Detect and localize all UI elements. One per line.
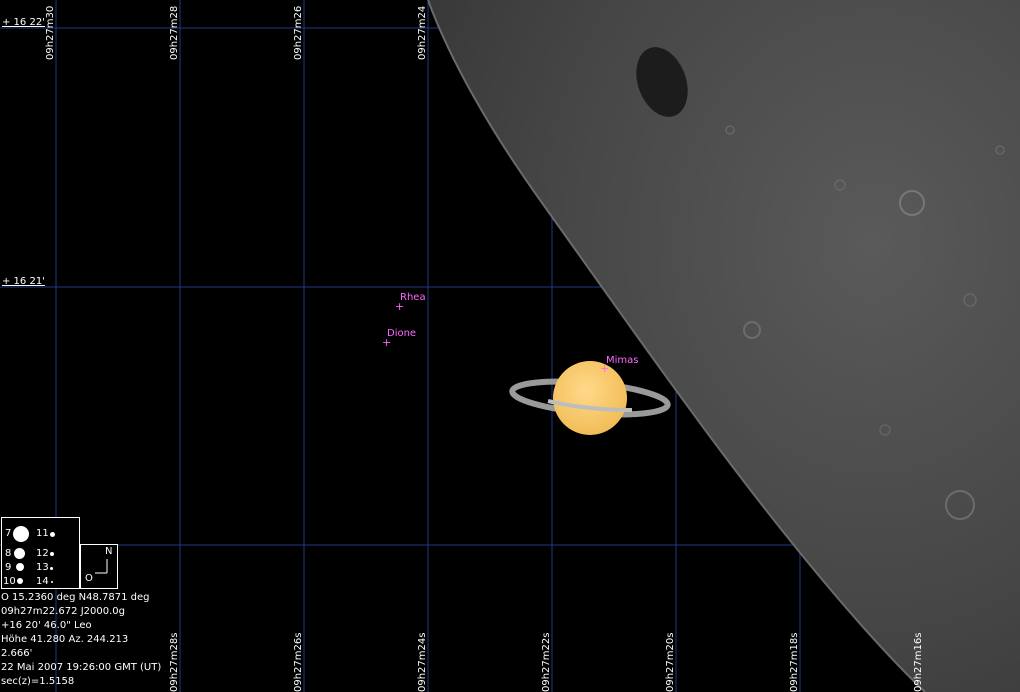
- mag-dot: [13, 526, 29, 542]
- info-right-ascension: 09h27m22.672 J2000.0g: [1, 606, 125, 617]
- ra-bottom-label: 09h27m16s: [913, 632, 924, 692]
- ra-top-label: 09h27m24: [417, 5, 428, 60]
- mimas-label: Mimas: [606, 355, 639, 366]
- compass-east-label: O: [85, 573, 93, 584]
- mag-dot: [14, 548, 25, 559]
- ra-top-label: 09h27m28: [169, 5, 180, 60]
- dec-label-top: + 16 22': [2, 17, 45, 28]
- info-datetime: 22 Mai 2007 19:26:00 GMT (UT): [1, 662, 162, 673]
- ra-top-label: 09h27m26: [293, 5, 304, 60]
- ra-top-label: 09h27m30: [45, 5, 56, 60]
- legend-mag-label: 8: [5, 548, 12, 559]
- legend-mag-label: 9: [5, 562, 12, 573]
- mimas-marker[interactable]: +: [600, 363, 609, 374]
- mag-dot: [50, 532, 55, 537]
- mag-dot: [50, 567, 53, 570]
- info-coords-alt-az: O 15.2360 deg N48.7871 deg: [1, 592, 150, 603]
- ra-bottom-label: 09h27m28s: [169, 632, 180, 692]
- mag-dot: [16, 563, 24, 571]
- info-airmass: sec(z)=1.5158: [1, 676, 75, 687]
- sky-chart[interactable]: [0, 0, 1020, 692]
- legend-mag-label: 13: [36, 562, 49, 573]
- info-altitude-azimuth: Höhe 41.280 Az. 244.213: [1, 634, 129, 645]
- ra-bottom-label: 09h27m20s: [665, 632, 676, 692]
- ra-bottom-label: 09h27m24s: [417, 632, 428, 692]
- rhea-marker[interactable]: +: [395, 301, 404, 312]
- magnitude-legend: 7 8 9 10 11 12 13 14: [1, 517, 80, 589]
- legend-mag-label: 11: [36, 528, 49, 539]
- lunar-surface: [427, 0, 1020, 692]
- ra-bottom-label: 09h27m22s: [541, 632, 552, 692]
- dione-label: Dione: [387, 328, 417, 339]
- legend-mag-label: 10: [3, 576, 16, 587]
- orientation-compass: N O: [80, 544, 118, 589]
- info-field-size: 2.666': [1, 648, 33, 659]
- mag-dot: [17, 578, 23, 584]
- legend-mag-label: 12: [36, 548, 49, 559]
- legend-mag-label: 7: [5, 528, 12, 539]
- dec-label-middle: + 16 21': [2, 276, 45, 287]
- cursor-info-panel: O 15.2360 deg N48.7871 deg 09h27m22.672 …: [1, 591, 161, 689]
- mag-dot: [51, 581, 53, 583]
- mag-dot: [50, 552, 54, 556]
- ra-bottom-label: 09h27m26s: [293, 632, 304, 692]
- ra-bottom-label: 09h27m18s: [789, 632, 800, 692]
- dione-marker[interactable]: +: [382, 337, 391, 348]
- info-declination: +16 20' 46.0" Leo: [1, 620, 92, 631]
- saturn[interactable]: [509, 361, 671, 435]
- legend-mag-label: 14: [36, 576, 49, 587]
